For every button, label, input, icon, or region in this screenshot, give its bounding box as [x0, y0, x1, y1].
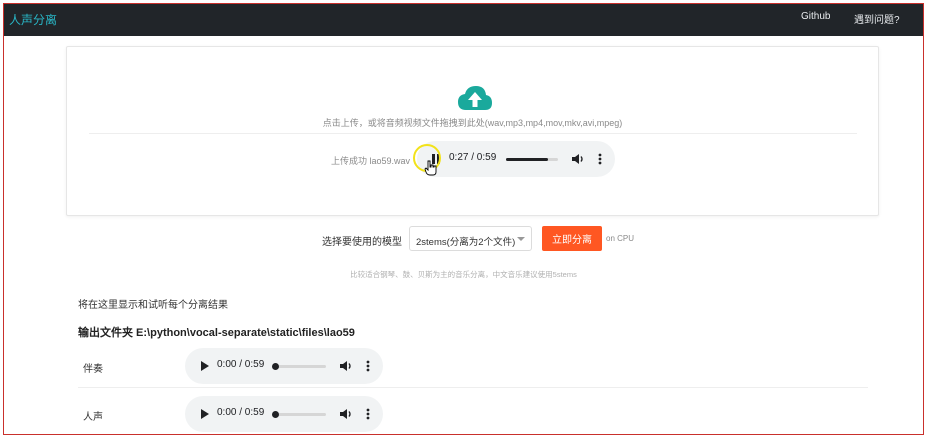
- audio-progress-thumb[interactable]: [272, 363, 279, 370]
- play-icon[interactable]: [197, 407, 211, 421]
- volume-icon[interactable]: [339, 359, 353, 373]
- brand-link[interactable]: 人声分离: [9, 11, 57, 28]
- audio-time: 0:00 / 0:59: [217, 407, 265, 418]
- audio-progress-fill: [506, 158, 549, 161]
- top-navbar: 人声分离 Github 遇到问题?: [4, 4, 923, 36]
- github-link[interactable]: Github: [801, 11, 830, 22]
- help-link[interactable]: 遇到问题?: [854, 11, 900, 26]
- row-divider: [78, 387, 868, 388]
- model-hint: 比较适合钢琴、鼓、贝斯为主的音乐分离，中文音乐建议使用5stems: [350, 270, 577, 279]
- vocals-audio-player[interactable]: 0:00 / 0:59: [185, 396, 383, 432]
- results-note: 将在这里显示和试听每个分离结果: [78, 300, 228, 311]
- device-label: on CPU: [606, 234, 635, 243]
- separate-button[interactable]: 立即分离: [542, 226, 602, 251]
- result-label: 人声: [83, 412, 103, 423]
- result-label: 伴奏: [83, 364, 103, 375]
- upload-hint: 点击上传，或将音频视频文件拖拽到此处(wav,mp3,mp4,mov,mkv,a…: [322, 118, 623, 128]
- upload-status: 上传成功 lao59.wav: [331, 156, 411, 166]
- output-folder: 输出文件夹 E:\python\vocal-separate\static\fi…: [78, 327, 355, 339]
- cloud-upload-icon[interactable]: [457, 85, 493, 111]
- result-row-vocals: 人声 0:00 / 0:59: [78, 392, 868, 434]
- audio-time: 0:00 / 0:59: [217, 359, 265, 370]
- audio-progress-thumb[interactable]: [272, 411, 279, 418]
- audio-progress-bar[interactable]: [272, 363, 326, 370]
- card-divider: [89, 133, 857, 134]
- model-label: 选择要使用的模型: [322, 237, 402, 248]
- more-options-icon[interactable]: [361, 407, 375, 421]
- app-window: 人声分离 Github 遇到问题? 点击上传，或将音频视频文件拖拽到此处(wav…: [3, 3, 924, 435]
- audio-progress-bar[interactable]: [506, 158, 558, 161]
- more-options-icon[interactable]: [361, 359, 375, 373]
- model-select-value: 2stems(分离为2个文件): [416, 237, 516, 248]
- uploaded-audio-player[interactable]: 0:27 / 0:59: [417, 141, 615, 177]
- model-select[interactable]: 2stems(分离为2个文件): [409, 226, 532, 251]
- accompaniment-audio-player[interactable]: 0:00 / 0:59: [185, 348, 383, 384]
- volume-icon[interactable]: [571, 152, 585, 166]
- upload-dropzone[interactable]: 点击上传，或将音频视频文件拖拽到此处(wav,mp3,mp4,mov,mkv,a…: [66, 46, 879, 216]
- result-row-accompaniment: 伴奏 0:00 / 0:59: [78, 344, 868, 388]
- more-options-icon[interactable]: [593, 152, 607, 166]
- audio-progress-bar[interactable]: [272, 411, 326, 418]
- volume-icon[interactable]: [339, 407, 353, 421]
- play-icon[interactable]: [197, 359, 211, 373]
- audio-time: 0:27 / 0:59: [449, 152, 497, 163]
- chevron-down-icon: [517, 237, 525, 241]
- hand-cursor-icon: [424, 160, 437, 176]
